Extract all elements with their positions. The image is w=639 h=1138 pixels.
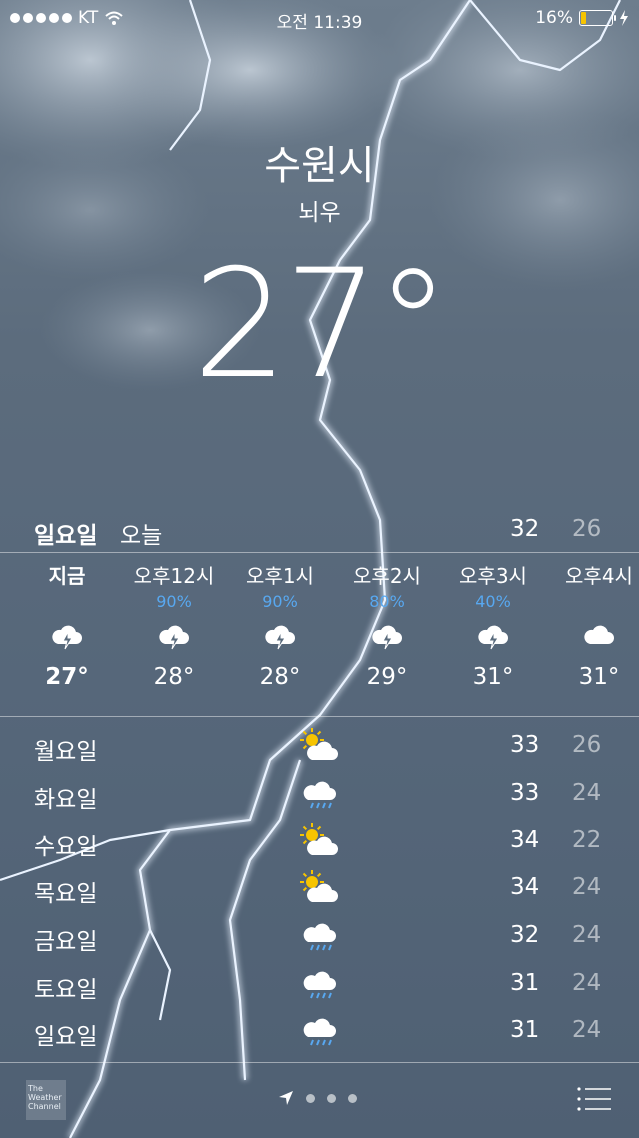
hour-temp: 28°	[259, 664, 301, 690]
daily-high: 34	[510, 827, 540, 853]
hour-item: 지금 27°	[14, 556, 120, 690]
daily-high: 31	[510, 970, 540, 996]
partly-sunny-icon	[300, 870, 338, 902]
daily-row: 토요일 31 24	[0, 962, 639, 1010]
status-right: 16%	[535, 8, 629, 28]
hour-precip	[546, 592, 639, 616]
daily-day: 월요일	[34, 739, 98, 765]
divider	[0, 552, 639, 553]
thunderstorm-icon	[334, 616, 440, 654]
daily-low: 24	[572, 874, 602, 900]
daily-day: 목요일	[34, 881, 98, 907]
weather-condition: 뇌우	[298, 200, 341, 226]
hour-item: 오후1시 90% 28°	[227, 556, 333, 690]
hour-precip: 80%	[369, 592, 405, 611]
partly-sunny-icon	[300, 823, 338, 855]
rain-icon	[303, 1018, 336, 1046]
daily-day: 금요일	[34, 929, 98, 955]
daily-day: 일요일	[34, 1024, 98, 1050]
daily-low: 24	[572, 922, 602, 948]
battery-percent: 16%	[535, 8, 573, 28]
hour-item: 오후3시 40% 31°	[440, 556, 546, 690]
hour-time: 오후4시	[565, 564, 633, 588]
hour-temp: 31°	[472, 664, 514, 690]
status-bar: KT 오전 11:39 16%	[0, 0, 639, 36]
daily-high: 33	[510, 732, 540, 758]
cloud-icon	[546, 616, 639, 654]
hour-precip	[14, 592, 120, 616]
rain-icon	[303, 781, 336, 809]
daily-row: 일요일 31 24	[0, 1009, 639, 1057]
hour-item: 오후12시 90% 28°	[121, 556, 227, 690]
city-list-icon[interactable]	[576, 1084, 612, 1114]
page-indicator[interactable]	[278, 1090, 357, 1106]
daily-high: 32	[510, 922, 540, 948]
daily-row: 월요일 33 26	[0, 724, 639, 772]
hour-temp: 31°	[578, 664, 620, 690]
page-dot	[327, 1093, 336, 1103]
daily-day: 토요일	[34, 977, 98, 1003]
hour-time: 오후3시	[459, 564, 527, 588]
hour-temp: 28°	[153, 664, 195, 690]
daily-row: 금요일 32 24	[0, 914, 639, 962]
rain-icon	[303, 971, 336, 999]
thunderstorm-icon	[440, 616, 546, 654]
daily-row: 화요일 33 24	[0, 772, 639, 820]
daily-day: 수요일	[34, 834, 98, 860]
thunderstorm-icon	[14, 616, 120, 654]
hour-time: 지금	[48, 564, 86, 588]
hour-time: 오후12시	[133, 564, 215, 588]
city-name: 수원시	[264, 143, 375, 189]
partly-sunny-icon	[300, 728, 338, 760]
daily-high: 34	[510, 874, 540, 900]
rain-icon	[303, 923, 336, 951]
today-summary-row: 일요일 오늘 32 26	[0, 512, 639, 549]
daily-high: 31	[510, 1017, 540, 1043]
page-dot	[306, 1093, 315, 1103]
thunderstorm-icon	[227, 616, 333, 654]
today-high: 32	[510, 516, 540, 542]
daily-low: 24	[572, 780, 602, 806]
daily-row: 수요일 34 22	[0, 819, 639, 867]
today-label: 오늘	[120, 523, 163, 549]
daily-low: 24	[572, 970, 602, 996]
hour-item: 오후4시 31°	[546, 556, 639, 690]
charging-bolt-icon	[620, 10, 628, 26]
daily-high: 33	[510, 780, 540, 806]
bottom-toolbar: The Weather Channel	[0, 1064, 639, 1138]
hourly-forecast[interactable]: 지금 27° 오후12시 90% 28° 오후1시 90% 28° 오후2시 8…	[0, 556, 639, 716]
weather-channel-logo[interactable]: The Weather Channel	[26, 1080, 66, 1120]
hour-precip: 90%	[156, 592, 192, 611]
hour-temp: 27°	[45, 664, 89, 690]
daily-row: 목요일 34 24	[0, 866, 639, 914]
daily-day: 화요일	[34, 787, 98, 813]
location-arrow-icon	[279, 1091, 293, 1105]
hour-time: 오후1시	[246, 564, 314, 588]
divider	[0, 1062, 639, 1063]
hour-precip: 90%	[262, 592, 298, 611]
hour-precip: 40%	[475, 592, 511, 611]
daily-low: 22	[572, 827, 602, 853]
current-temperature: 27°	[192, 238, 451, 412]
thunderstorm-icon	[121, 616, 227, 654]
today-day: 일요일	[34, 523, 98, 549]
hour-time: 오후2시	[353, 564, 421, 588]
today-low: 26	[572, 516, 602, 542]
daily-low: 26	[572, 732, 602, 758]
hour-item: 오후2시 80% 29°	[334, 556, 440, 690]
battery-icon	[579, 10, 616, 26]
divider	[0, 716, 639, 717]
page-dot	[348, 1093, 357, 1103]
daily-low: 24	[572, 1017, 602, 1043]
hour-temp: 29°	[366, 664, 408, 690]
